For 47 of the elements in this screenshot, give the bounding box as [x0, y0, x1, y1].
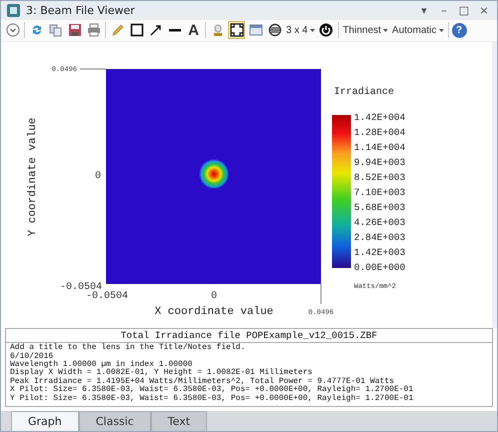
- legend-value: 1.14E+004: [354, 142, 406, 154]
- legend-value: 9.94E+003: [354, 157, 406, 168]
- x-tick-label: -0.0504: [86, 291, 128, 302]
- legend-value: 5.68E+003: [354, 202, 406, 214]
- dropdown-circle-icon[interactable]: [4, 21, 21, 40]
- info-line: Y Pilot: Size= 6.3580E-03, Waist= 6.3580E-03, Pos= +0.0000E+00, Rayleigh= 1.2700E-01: [10, 394, 414, 403]
- caret-icon: [310, 28, 315, 32]
- rectangle-icon[interactable]: [128, 21, 145, 40]
- window-title: 3: Beam File Viewer: [26, 4, 136, 17]
- view-tab[interactable]: Text: [150, 411, 208, 431]
- window-control[interactable]: □: [457, 4, 471, 17]
- window-control[interactable]: ×: [477, 4, 491, 17]
- layout-dropdown[interactable]: 3 x 4: [285, 24, 316, 36]
- view-tab[interactable]: Graph: [11, 411, 79, 431]
- window-control[interactable]: ▾: [417, 4, 431, 17]
- window-control[interactable]: –: [437, 4, 451, 17]
- info-header: Total Irradiance file POPExample_v12_0015.ZBF: [6, 329, 492, 344]
- legend-value: 1.42E+003: [354, 247, 406, 258]
- legend-value: 8.52E+003: [354, 172, 406, 184]
- scale-dropdown[interactable]: Automatic: [391, 24, 445, 36]
- y-axis-title: Y coordinate value: [27, 118, 39, 237]
- legend-value: 1.42E+004: [354, 112, 406, 124]
- caret-icon: [383, 28, 388, 32]
- legend-value: 2.84E+003: [354, 232, 406, 244]
- line-style-dropdown[interactable]: Thinnest: [342, 24, 390, 36]
- x-axis-title: X coordinate value: [154, 306, 274, 318]
- frame-toggle-button[interactable]: [228, 21, 245, 40]
- legend-title: Irradiance: [334, 87, 394, 98]
- info-line: Peak Irradiance = 1.4195E+04 Watts/Millimeters^2, Total Power = 9.4777E-01 Watts: [10, 378, 394, 386]
- info-line: 6/10/2016: [10, 352, 54, 361]
- caret-icon: [438, 28, 444, 32]
- x-tick-label: 0: [211, 291, 217, 302]
- power-icon[interactable]: [318, 21, 335, 40]
- info-line: Add a title to the lens in the Title/Notes field.: [10, 344, 246, 352]
- legend-value: 7.10E+003: [354, 187, 406, 198]
- print-icon[interactable]: [85, 21, 102, 40]
- text-tool-button[interactable]: A: [185, 21, 202, 40]
- info-line: X Pilot: Size= 6.3580E-03, Waist= 6.3580E-03, Pos= +0.0000E+00, Rayleigh= 1.2700E-01: [10, 386, 414, 394]
- legend-value: 4.26E+003: [354, 217, 406, 228]
- view-tab[interactable]: Classic: [78, 411, 151, 431]
- y-tick-label: 0: [94, 171, 101, 182]
- legend-value: 1.28E+004: [354, 127, 406, 138]
- legend-value: 0.00E+000: [354, 262, 406, 274]
- info-line: Display X Width = 1.0082E-01, Y Height = 1.0082E-01 Millimeters: [10, 369, 314, 378]
- app-icon: [7, 4, 20, 17]
- info-line: Wavelength 1.00000 µm in index 1.00000: [10, 360, 194, 369]
- help-button[interactable]: ?: [452, 22, 467, 38]
